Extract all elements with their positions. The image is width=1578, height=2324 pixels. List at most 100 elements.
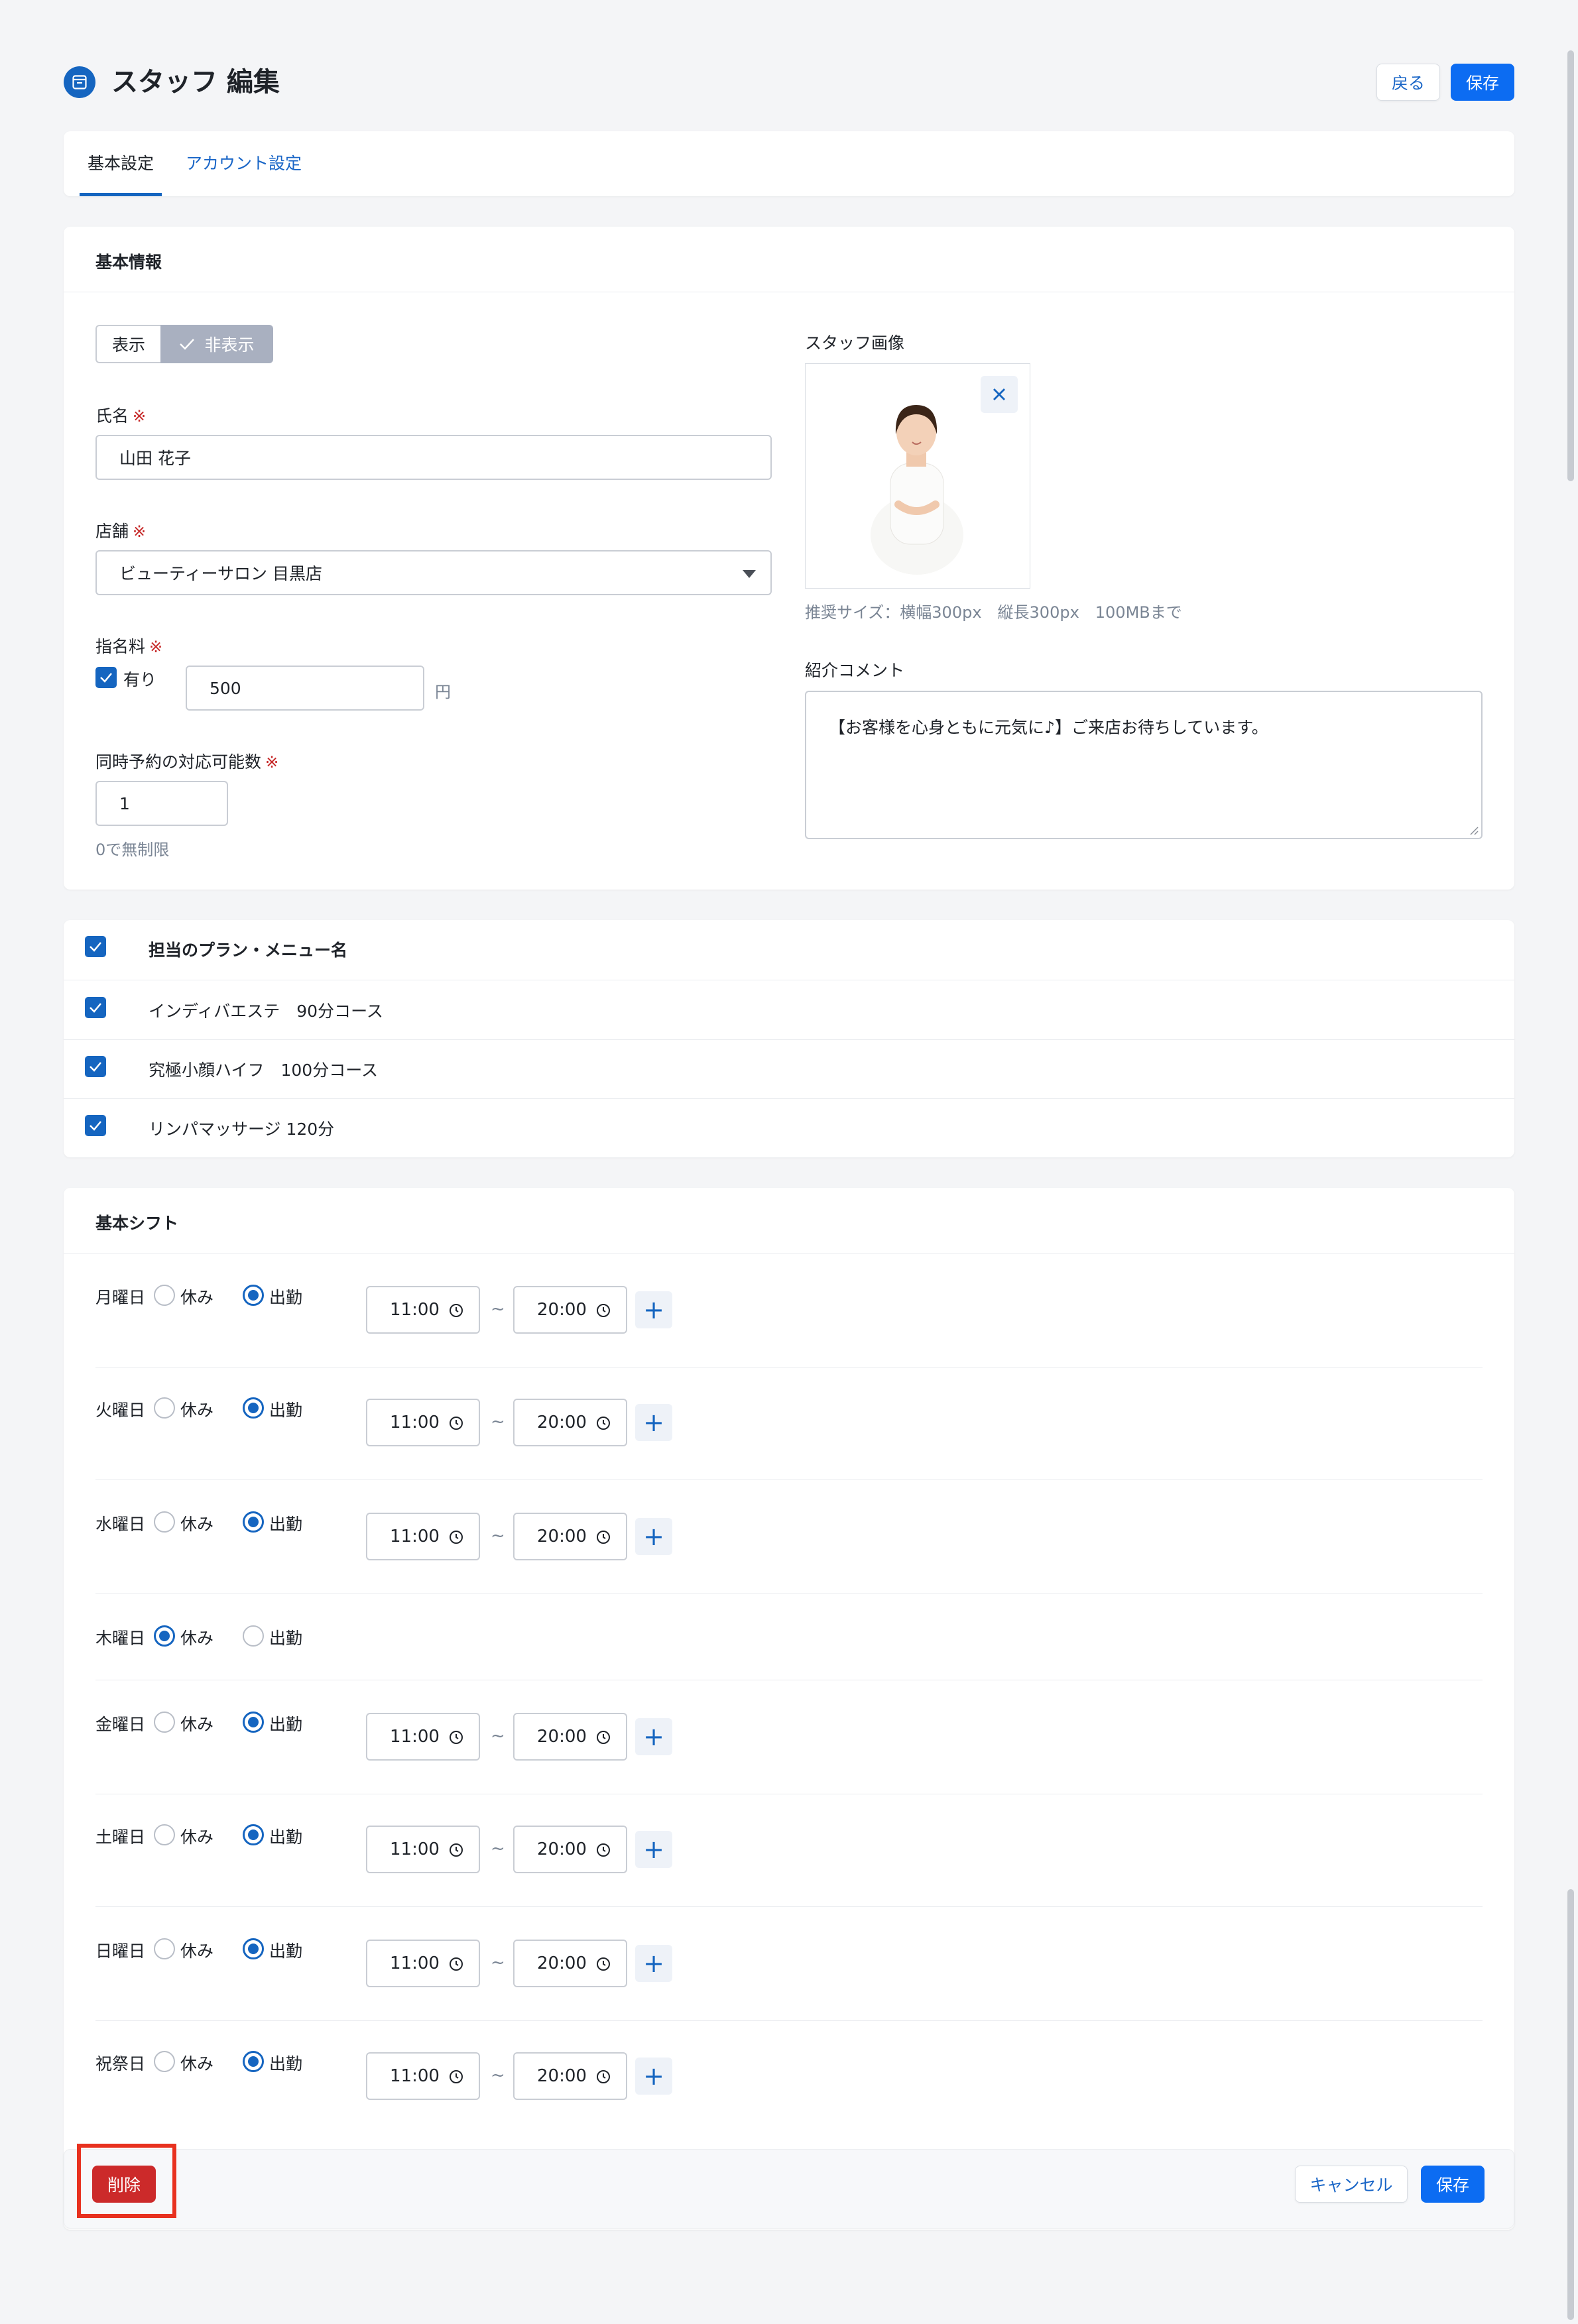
tab-account-settings[interactable]: アカウント設定 bbox=[186, 131, 302, 196]
remove-image-button[interactable] bbox=[981, 376, 1018, 413]
clock-icon bbox=[597, 1304, 610, 1317]
check-icon bbox=[90, 942, 101, 952]
tab-bar: 基本設定 アカウント設定 bbox=[64, 131, 1514, 196]
clock-icon bbox=[450, 1843, 463, 1857]
required-mark: ※ bbox=[133, 407, 147, 426]
start-time-input[interactable]: 11:00 bbox=[366, 1940, 480, 1987]
end-time-input[interactable]: 20:00 bbox=[513, 1940, 627, 1987]
visibility-show-option[interactable]: 表示 bbox=[95, 325, 160, 363]
back-button[interactable]: 戻る bbox=[1376, 64, 1440, 101]
check-icon bbox=[100, 673, 112, 683]
tab-basic-settings[interactable]: 基本設定 bbox=[80, 131, 162, 196]
end-time-input[interactable]: 20:00 bbox=[513, 1286, 627, 1334]
nomination-fee-checkbox-label: 有り bbox=[123, 670, 157, 689]
add-time-button[interactable]: + bbox=[635, 1518, 672, 1555]
plan-checkbox[interactable] bbox=[85, 1056, 106, 1077]
start-time-input[interactable]: 11:00 bbox=[366, 1713, 480, 1761]
store-select[interactable]: ビューティーサロン 目黒店 bbox=[95, 550, 772, 595]
on-label: 出勤 bbox=[269, 1942, 303, 1961]
add-time-button[interactable]: + bbox=[635, 1831, 672, 1868]
on-radio[interactable] bbox=[243, 1824, 264, 1845]
required-mark: ※ bbox=[149, 638, 163, 656]
add-time-button[interactable]: + bbox=[635, 1945, 672, 1982]
store-label: 店舗 ※ bbox=[95, 522, 147, 541]
clock-icon bbox=[450, 1417, 463, 1430]
range-separator: ~ bbox=[491, 1412, 505, 1432]
clock-icon bbox=[450, 1531, 463, 1544]
plan-label: リンパマッサージ 120分 bbox=[149, 1120, 335, 1139]
off-radio[interactable] bbox=[154, 1824, 175, 1845]
save-button-top[interactable]: 保存 bbox=[1451, 64, 1514, 101]
off-radio[interactable] bbox=[154, 1397, 175, 1419]
plans-card: 担当のプラン・メニュー名 インディバエステ 90分コース 究極小顔ハイフ 100… bbox=[64, 920, 1514, 1157]
off-radio[interactable] bbox=[154, 1511, 175, 1533]
off-radio[interactable] bbox=[154, 1285, 175, 1306]
plan-checkbox[interactable] bbox=[85, 1115, 106, 1136]
start-time-input[interactable]: 11:00 bbox=[366, 1513, 480, 1560]
off-label: 休み bbox=[180, 2054, 214, 2073]
range-separator: ~ bbox=[491, 2065, 505, 2085]
on-radio[interactable] bbox=[243, 1625, 264, 1647]
end-time-input[interactable]: 20:00 bbox=[513, 1513, 627, 1560]
start-time-input[interactable]: 11:00 bbox=[366, 1399, 480, 1446]
end-time-input[interactable]: 20:00 bbox=[513, 1826, 627, 1873]
end-time-input[interactable]: 20:00 bbox=[513, 2052, 627, 2100]
on-radio[interactable] bbox=[243, 1938, 264, 1959]
start-time-input[interactable]: 11:00 bbox=[366, 1286, 480, 1334]
on-radio[interactable] bbox=[243, 1712, 264, 1733]
scrollbar-thumb[interactable] bbox=[1567, 50, 1574, 481]
visibility-hide-option[interactable]: 非表示 bbox=[160, 325, 273, 363]
start-time-value: 11:00 bbox=[390, 1413, 440, 1432]
add-time-button[interactable]: + bbox=[635, 1291, 672, 1328]
off-radio[interactable] bbox=[154, 1625, 175, 1647]
range-separator: ~ bbox=[491, 1526, 505, 1546]
on-radio[interactable] bbox=[243, 1285, 264, 1306]
comment-textarea[interactable]: 【お客様を心身ともに元気に♪】ご来店お待ちしています。 bbox=[805, 691, 1483, 839]
plan-checkbox[interactable] bbox=[85, 997, 106, 1018]
off-label: 休み bbox=[180, 1515, 214, 1534]
start-time-input[interactable]: 11:00 bbox=[366, 1826, 480, 1873]
clock-icon bbox=[450, 1731, 463, 1744]
plans-select-all-checkbox[interactable] bbox=[85, 936, 106, 957]
concurrent-help: 0で無制限 bbox=[95, 841, 170, 859]
end-time-input[interactable]: 20:00 bbox=[513, 1713, 627, 1761]
end-time-input[interactable]: 20:00 bbox=[513, 1399, 627, 1446]
concurrent-input[interactable]: 1 bbox=[95, 781, 228, 826]
off-label: 休み bbox=[180, 1288, 214, 1307]
off-radio[interactable] bbox=[154, 1938, 175, 1959]
plan-label: 究極小顔ハイフ 100分コース bbox=[149, 1061, 378, 1080]
start-time-value: 11:00 bbox=[390, 1727, 440, 1747]
staff-page-icon bbox=[64, 66, 95, 98]
on-radio[interactable] bbox=[243, 2051, 264, 2072]
add-time-button[interactable]: + bbox=[635, 1404, 672, 1441]
nomination-fee-checkbox[interactable] bbox=[95, 667, 117, 688]
start-time-value: 11:00 bbox=[390, 1300, 440, 1320]
on-label: 出勤 bbox=[269, 1715, 303, 1734]
day-label: 日曜日 bbox=[95, 1942, 146, 1961]
check-icon bbox=[90, 1062, 101, 1072]
off-label: 休み bbox=[180, 1942, 214, 1961]
yen-unit: 円 bbox=[435, 683, 451, 701]
on-radio[interactable] bbox=[243, 1397, 264, 1419]
scrollbar-thumb-lower[interactable] bbox=[1567, 1889, 1574, 2320]
basic-info-card: 基本情報 表示 非表示 氏名 ※ 山田 花子 店舗 ※ ビューティーサロン 目黒店 … bbox=[64, 227, 1514, 890]
nomination-fee-input[interactable]: 500 bbox=[186, 666, 424, 711]
start-time-value: 11:00 bbox=[390, 2066, 440, 2086]
add-time-button[interactable]: + bbox=[635, 1718, 672, 1755]
clock-icon bbox=[597, 1417, 610, 1430]
name-input[interactable]: 山田 花子 bbox=[95, 435, 772, 480]
clock-icon bbox=[450, 2070, 463, 2083]
start-time-value: 11:00 bbox=[390, 1527, 440, 1546]
comment-text: 【お客様を心身ともに元気に♪】ご来店お待ちしています。 bbox=[829, 718, 1268, 737]
on-radio[interactable] bbox=[243, 1511, 264, 1533]
end-time-value: 20:00 bbox=[537, 1953, 587, 1973]
add-time-button[interactable]: + bbox=[635, 2058, 672, 2095]
start-time-value: 11:00 bbox=[390, 1953, 440, 1973]
start-time-input[interactable]: 11:00 bbox=[366, 2052, 480, 2100]
cancel-button[interactable]: キャンセル bbox=[1295, 2166, 1408, 2203]
range-separator: ~ bbox=[491, 1839, 505, 1859]
save-button-bottom[interactable]: 保存 bbox=[1421, 2166, 1485, 2203]
off-radio[interactable] bbox=[154, 2051, 175, 2072]
visibility-hide-label: 非表示 bbox=[204, 335, 255, 355]
off-radio[interactable] bbox=[154, 1712, 175, 1733]
